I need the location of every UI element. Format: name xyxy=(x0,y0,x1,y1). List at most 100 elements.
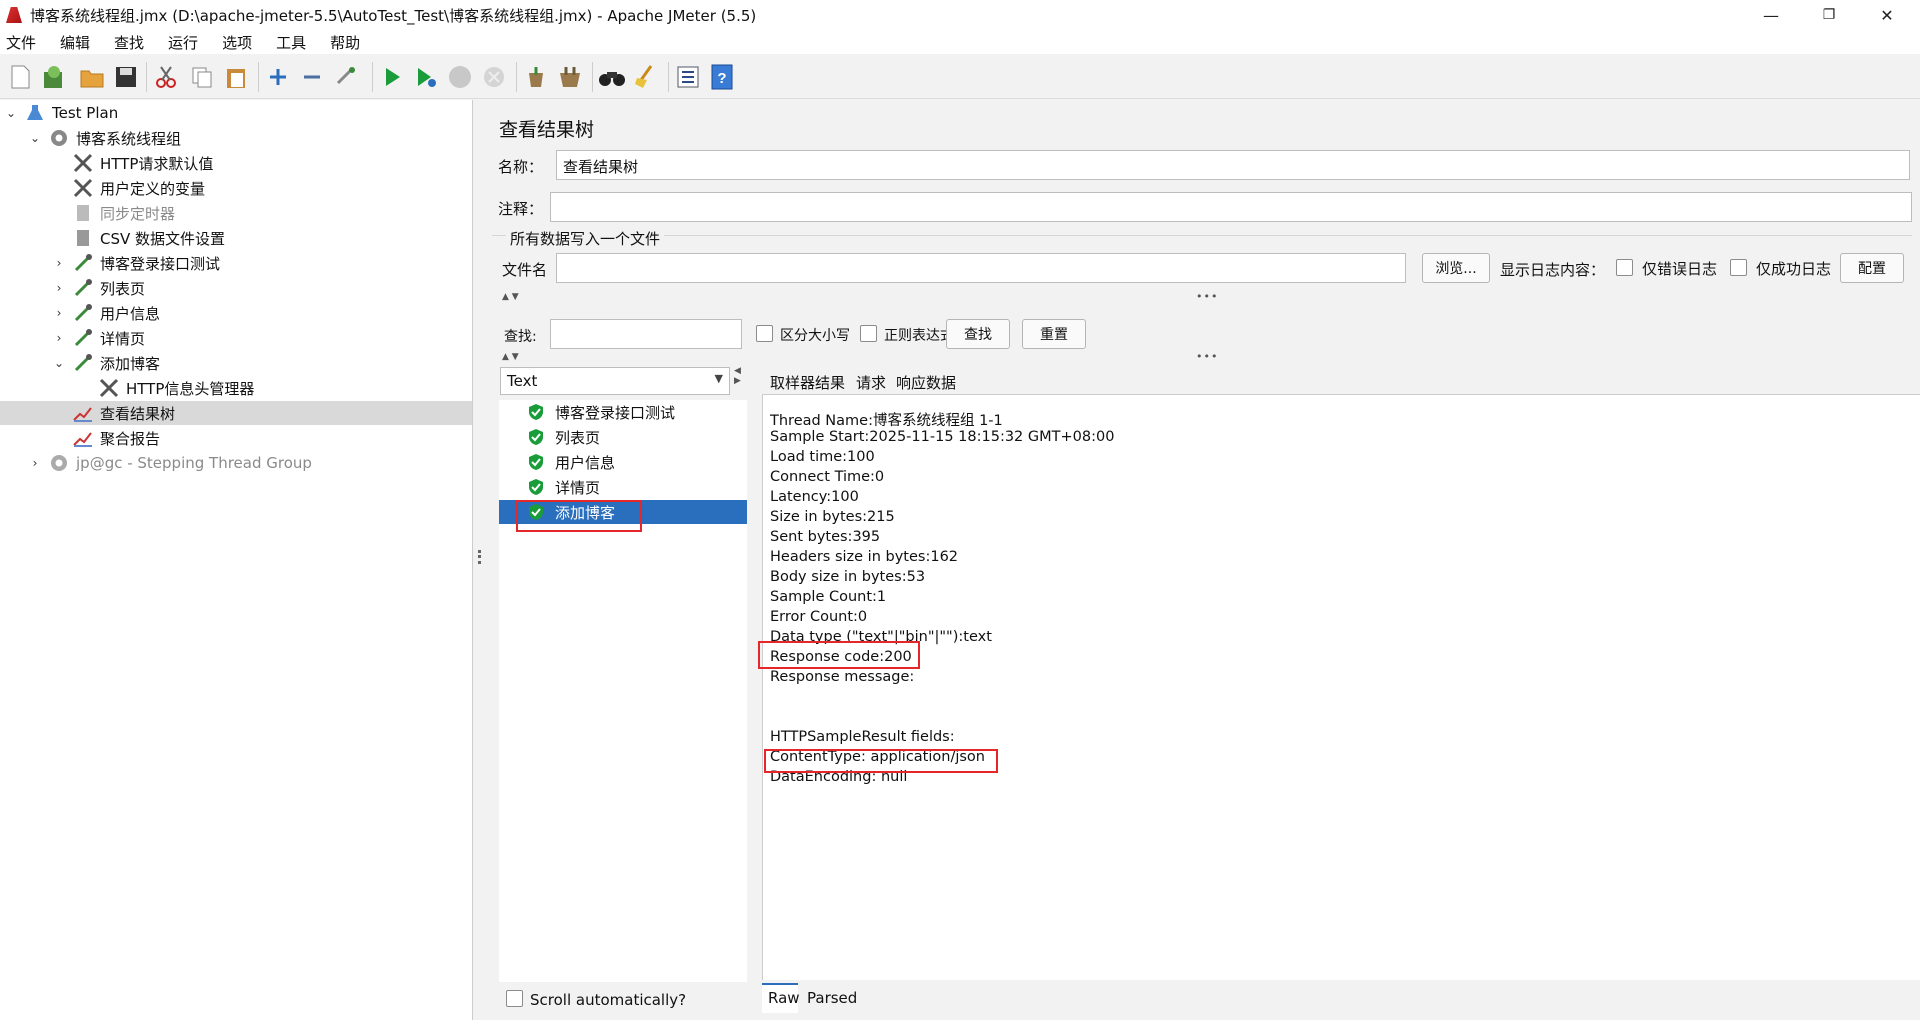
svg-text:?: ? xyxy=(717,70,726,87)
gear-icon xyxy=(48,453,70,473)
detail-line: Error Count:0 xyxy=(770,609,868,625)
document-icon xyxy=(72,228,94,248)
chevron-right-icon[interactable]: › xyxy=(52,331,66,345)
result-item[interactable]: 用户信息 xyxy=(499,450,747,474)
detail-line: Sample Count:1 xyxy=(770,589,887,605)
tree-node-login-test[interactable]: › 博客登录接口测试 xyxy=(52,251,220,275)
menu-options[interactable]: 选项 xyxy=(222,32,252,53)
tab-response-data[interactable]: 响应数据 xyxy=(896,372,956,393)
reset-button[interactable]: 重置 xyxy=(1022,319,1086,349)
chevron-right-icon[interactable]: › xyxy=(52,306,66,320)
file-section-border xyxy=(492,235,1912,236)
chevron-right-icon[interactable]: › xyxy=(28,456,42,470)
menu-edit[interactable]: 编辑 xyxy=(60,32,90,53)
tree-node-aggregate-report[interactable]: 聚合报告 xyxy=(72,426,160,450)
collapse-icon[interactable] xyxy=(298,63,326,91)
tab-parsed[interactable]: Parsed xyxy=(807,989,857,1007)
new-icon[interactable] xyxy=(6,63,34,91)
close-button[interactable]: ✕ xyxy=(1864,0,1910,30)
chevron-right-icon[interactable]: › xyxy=(52,281,66,295)
menu-file[interactable]: 文件 xyxy=(6,32,36,53)
renderer-select[interactable]: Text ▼ xyxy=(500,367,730,395)
tab-request[interactable]: 请求 xyxy=(856,372,886,393)
paste-icon[interactable] xyxy=(222,63,250,91)
find-button[interactable]: 查找 xyxy=(946,319,1010,349)
case-sensitive-checkbox[interactable] xyxy=(756,325,773,342)
open-icon[interactable] xyxy=(78,63,106,91)
expand-icon[interactable] xyxy=(264,63,292,91)
start-icon[interactable] xyxy=(378,63,406,91)
result-item[interactable]: 详情页 xyxy=(499,475,747,499)
name-field[interactable]: 查看结果树 xyxy=(556,150,1910,180)
tree-node-header-manager[interactable]: HTTP信息头管理器 xyxy=(98,376,254,400)
divider-grip[interactable]: ••• xyxy=(1196,350,1218,363)
highlight-box-content-type xyxy=(764,749,998,773)
menu-tools[interactable]: 工具 xyxy=(276,32,306,53)
collapse-arrows-icon[interactable]: ▲ ▼ xyxy=(502,352,519,362)
tree-node-http-defaults[interactable]: HTTP请求默认值 xyxy=(72,151,213,175)
configure-button[interactable]: 配置 xyxy=(1840,253,1904,283)
chevron-down-icon[interactable]: ⌄ xyxy=(52,356,66,370)
tree-node-test-plan[interactable]: ⌄ Test Plan xyxy=(4,101,118,125)
tree-node-sync-timer[interactable]: 同步定时器 xyxy=(72,201,175,225)
save-icon[interactable] xyxy=(112,63,140,91)
tree-node-add-blog[interactable]: ⌄ 添加博客 xyxy=(52,351,160,375)
search-label: 查找: xyxy=(504,329,537,345)
scroll-automatically-checkbox[interactable] xyxy=(506,990,523,1007)
tab-raw[interactable]: Raw xyxy=(768,989,800,1007)
sampler-result-detail: Thread Name:博客系统线程组 1-1 Sample Start:202… xyxy=(762,394,1920,980)
splitter-arrows-icon[interactable]: ◀ ▶ xyxy=(734,366,741,386)
copy-icon[interactable] xyxy=(188,63,216,91)
minimize-button[interactable]: — xyxy=(1748,0,1794,30)
tree-node-view-results-tree[interactable]: 查看结果树 xyxy=(0,401,472,425)
detail-line: HTTPSampleResult fields: xyxy=(770,729,955,745)
templates-icon[interactable] xyxy=(40,63,68,91)
filename-label: 文件名 xyxy=(502,261,548,279)
clear-icon[interactable] xyxy=(522,63,550,91)
chevron-right-icon[interactable]: › xyxy=(52,256,66,270)
panel-title: 查看结果树 xyxy=(499,119,595,141)
cut-icon[interactable] xyxy=(152,63,180,91)
search-field[interactable] xyxy=(550,319,742,349)
menu-search[interactable]: 查找 xyxy=(114,32,144,53)
scroll-automatically-label: Scroll automatically? xyxy=(530,991,687,1009)
divider-grip[interactable]: ••• xyxy=(1196,290,1218,303)
vertical-splitter[interactable] xyxy=(474,100,484,1020)
pipette-icon xyxy=(72,353,94,373)
regex-checkbox[interactable] xyxy=(860,325,877,342)
stop-icon[interactable] xyxy=(446,63,474,91)
comment-label: 注释： xyxy=(498,200,544,218)
tree-node-list-page[interactable]: › 列表页 xyxy=(52,276,145,300)
menu-help[interactable]: 帮助 xyxy=(330,32,360,53)
detail-line: Sent bytes:395 xyxy=(770,529,881,545)
tree-node-csv-config[interactable]: CSV 数据文件设置 xyxy=(72,226,225,250)
search-icon[interactable] xyxy=(598,63,626,91)
tree-node-user-variables[interactable]: 用户定义的变量 xyxy=(72,176,205,200)
menu-run[interactable]: 运行 xyxy=(168,32,198,53)
errors-only-checkbox[interactable] xyxy=(1616,259,1633,276)
success-only-checkbox[interactable] xyxy=(1730,259,1747,276)
toggle-icon[interactable] xyxy=(332,63,360,91)
browse-button[interactable]: 浏览... xyxy=(1422,253,1490,283)
clear-all-icon[interactable] xyxy=(556,63,584,91)
filename-field[interactable] xyxy=(556,253,1406,283)
reset-search-icon[interactable] xyxy=(632,63,660,91)
function-helper-icon[interactable] xyxy=(674,63,702,91)
renderer-selected: Text xyxy=(507,372,538,390)
chevron-down-icon[interactable]: ⌄ xyxy=(28,131,42,145)
tree-node-thread-group[interactable]: ⌄ 博客系统线程组 xyxy=(28,126,181,150)
comment-field[interactable] xyxy=(550,192,1912,222)
graph-icon xyxy=(72,403,94,423)
result-item[interactable]: 博客登录接口测试 xyxy=(499,400,747,424)
restore-button[interactable]: ❐ xyxy=(1806,0,1852,30)
tree-node-user-info[interactable]: › 用户信息 xyxy=(52,301,160,325)
shutdown-icon[interactable] xyxy=(480,63,508,91)
chevron-down-icon[interactable]: ⌄ xyxy=(4,106,18,120)
start-no-pause-icon[interactable] xyxy=(412,63,440,91)
tree-node-detail-page[interactable]: › 详情页 xyxy=(52,326,145,350)
collapse-arrows-icon[interactable]: ▲ ▼ xyxy=(502,292,519,302)
tree-node-stepping-thread-group[interactable]: › jp@gc - Stepping Thread Group xyxy=(28,451,312,475)
chevron-down-icon: ▼ xyxy=(714,372,723,385)
result-item[interactable]: 列表页 xyxy=(499,425,747,449)
help-icon[interactable]: ? xyxy=(708,63,736,91)
